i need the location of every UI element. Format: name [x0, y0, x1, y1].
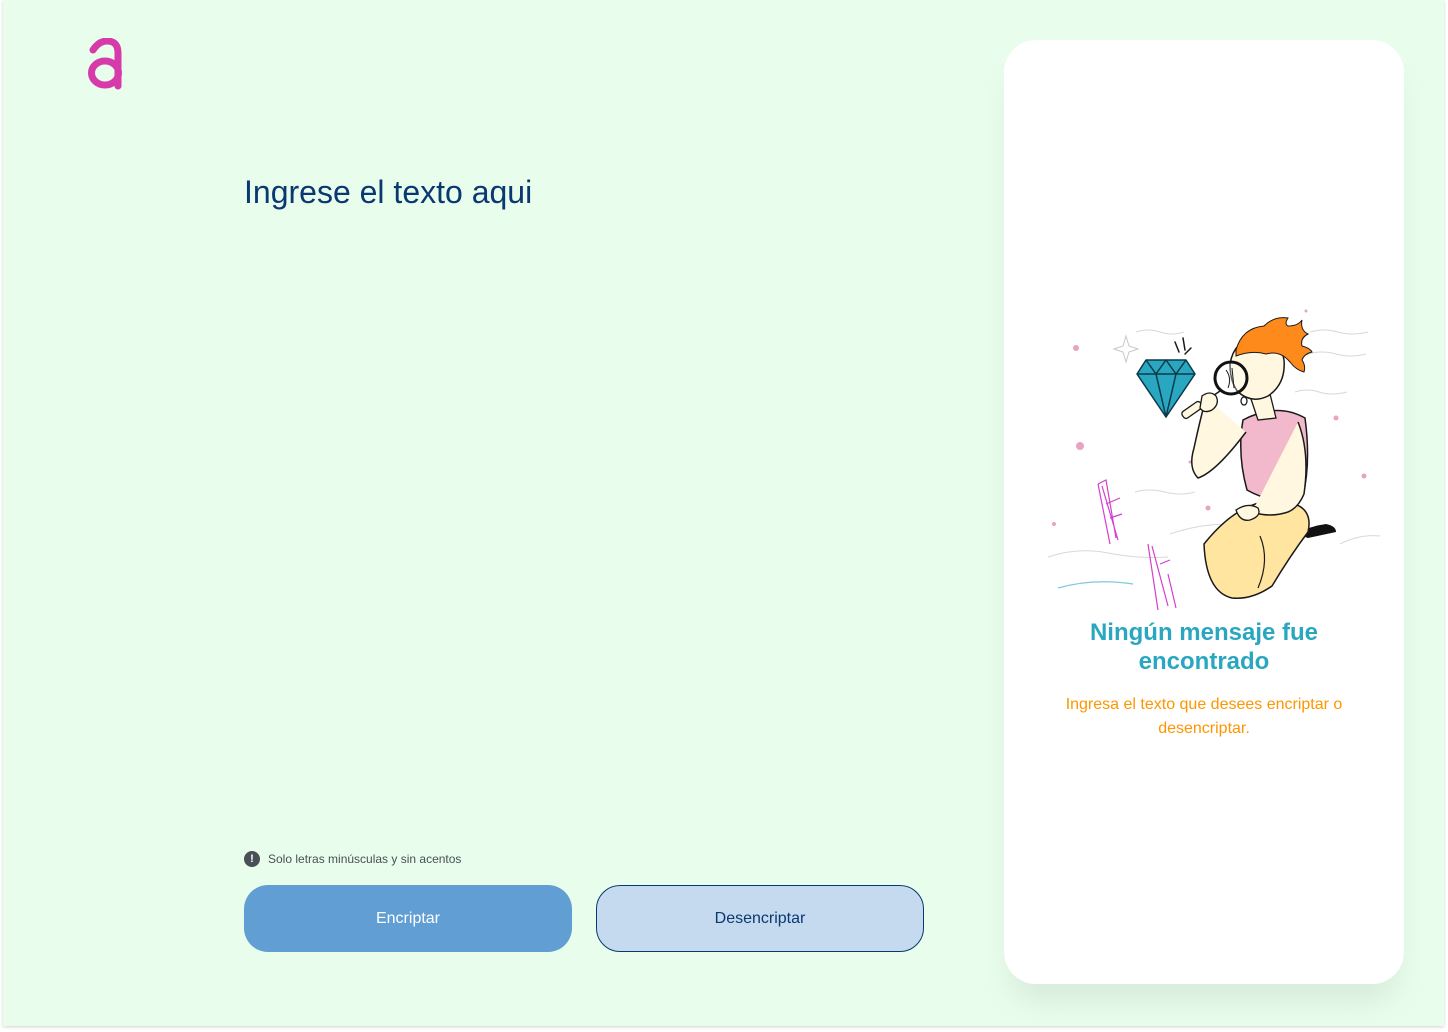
empty-state-illustration	[1040, 304, 1381, 614]
text-input[interactable]	[244, 168, 904, 808]
hint-text: Solo letras minúsculas y sin acentos	[268, 852, 462, 866]
encrypt-button[interactable]: Encriptar	[244, 885, 572, 952]
decrypt-button[interactable]: Desencriptar	[596, 885, 924, 952]
output-title: Ningún mensaje fue encontrado	[1089, 619, 1319, 675]
exclamation-circle-icon: !	[244, 851, 260, 867]
output-subtitle: Ingresa el texto que desees encriptar o …	[1065, 696, 1343, 737]
alura-logo-icon[interactable]	[85, 37, 125, 92]
page: ! Solo letras minúsculas y sin acentos E…	[3, 0, 1444, 1026]
output-panel: Ningún mensaje fue encontrado Ingresa el…	[1004, 40, 1404, 984]
input-hint: ! Solo letras minúsculas y sin acentos	[244, 851, 461, 867]
